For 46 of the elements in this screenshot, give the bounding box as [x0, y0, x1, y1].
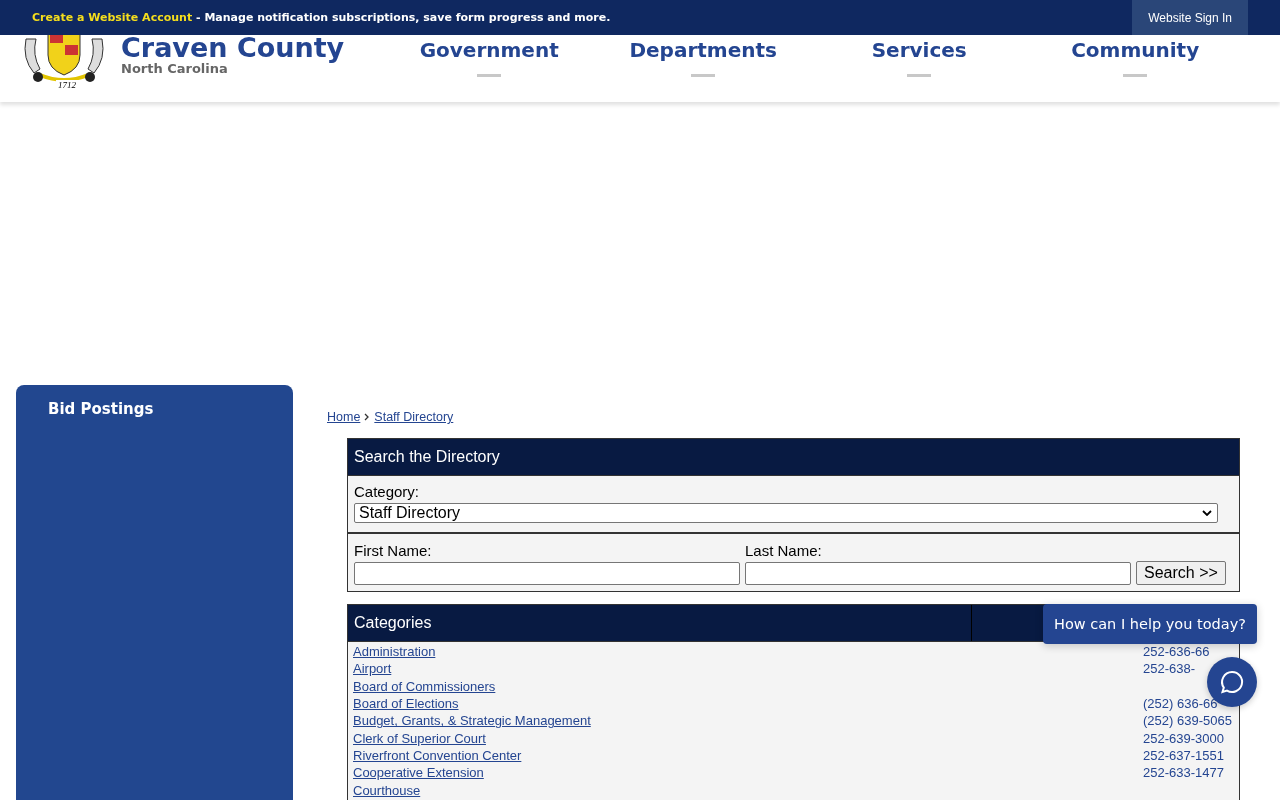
- sidebar-item[interactable]: Bid Postings: [48, 400, 261, 418]
- category-link[interactable]: Administration: [353, 644, 436, 660]
- nav-indicator: [1123, 74, 1148, 77]
- chat-prompt[interactable]: How can I help you today?: [1043, 604, 1257, 644]
- category-link[interactable]: Riverfront Convention Center: [353, 747, 522, 763]
- field-label: Last Name:: [745, 542, 823, 559]
- phone-number: 252-636-66: [1143, 644, 1211, 660]
- category-link[interactable]: Courthouse: [353, 782, 421, 798]
- phone-number: 252-638-: [1143, 661, 1197, 677]
- category-link[interactable]: Airport: [353, 661, 392, 677]
- category-link[interactable]: Board of Elections: [353, 696, 459, 712]
- field-label: Category:: [354, 483, 421, 500]
- category-link[interactable]: Budget, Grants, & Strategic Management: [353, 713, 591, 729]
- nav-indicator: [477, 74, 502, 77]
- top-bar-message: - Manage notification subscriptions, save form progress and more.: [195, 11, 611, 24]
- speech-bubble-icon: [1219, 669, 1245, 695]
- category-link[interactable]: Clerk of Superior Court: [353, 730, 486, 746]
- field-label: First Name:: [354, 542, 433, 559]
- site-subtitle: North Carolina: [121, 61, 229, 77]
- last-name-field[interactable]: [745, 562, 1131, 585]
- caret-icon: [1202, 510, 1212, 516]
- site-title[interactable]: Craven County: [121, 35, 345, 61]
- category-link[interactable]: Board of Commissioners: [353, 678, 496, 694]
- chevron-icon: [364, 413, 371, 421]
- phone-number: (252) 639-5065: [1143, 713, 1233, 729]
- breadcrumb-link[interactable]: Staff Directory: [374, 410, 454, 424]
- nav-link[interactable]: Government: [419, 38, 559, 62]
- nav-link[interactable]: Services: [871, 38, 967, 62]
- search-button[interactable]: Search >>: [1136, 561, 1226, 585]
- create-account-link[interactable]: Create a Website Account: [32, 11, 193, 24]
- category-link[interactable]: Cooperative Extension: [353, 765, 484, 781]
- crest-year: 1712: [56, 80, 78, 90]
- nav-indicator: [691, 74, 716, 77]
- phone-number: 252-639-3000: [1143, 730, 1225, 746]
- nav-link[interactable]: Departments: [629, 38, 777, 62]
- section-title: Search the Directory: [354, 448, 500, 466]
- category-select[interactable]: Staff Directory: [354, 503, 1218, 523]
- phone-number: 252-633-1477: [1143, 765, 1225, 781]
- nav-indicator: [907, 74, 932, 77]
- phone-number: 252-637-1551: [1143, 747, 1225, 763]
- sign-in-button[interactable]: Website Sign In: [1132, 0, 1248, 35]
- first-name-field[interactable]: [354, 562, 740, 585]
- phone-number: (252) 636-66: [1143, 696, 1219, 712]
- table-title: Categories: [354, 614, 432, 632]
- breadcrumb-link[interactable]: Home: [327, 410, 361, 424]
- nav-link[interactable]: Community: [1071, 38, 1200, 62]
